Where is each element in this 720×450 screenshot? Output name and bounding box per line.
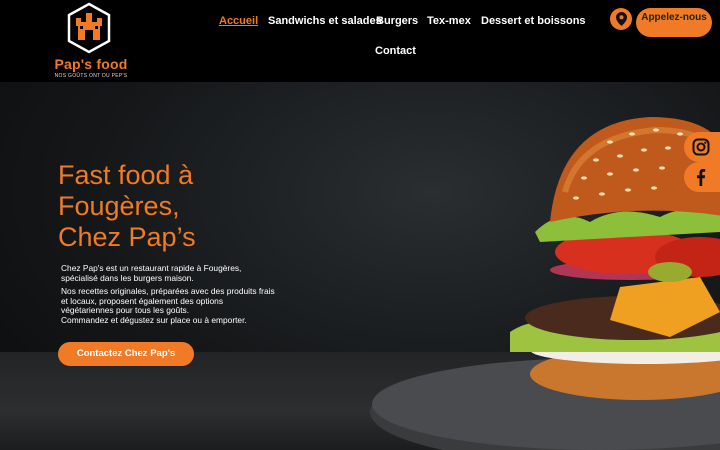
burger-image [370, 117, 720, 450]
logo-name: Pap's food [54, 56, 128, 72]
hero-title: Fast food à Fougères, Chez Pap’s [58, 160, 196, 253]
contact-cta-button[interactable]: Contactez Chez Pap's [58, 342, 194, 366]
facebook-icon [697, 169, 706, 186]
hero-title-line: Fougères, [58, 191, 180, 221]
hero-title-line: Fast food à [58, 160, 194, 190]
instagram-button[interactable] [684, 132, 720, 162]
nav-item-burgers[interactable]: Burgers [376, 15, 418, 27]
facebook-button[interactable] [684, 162, 720, 192]
instagram-icon [692, 138, 710, 156]
logo-tagline: NOS GOÛTS ONT DU PEP'S [54, 73, 128, 79]
call-button[interactable]: Appelez-nous [636, 8, 712, 37]
map-button[interactable] [610, 8, 632, 30]
nav-item-tex-mex[interactable]: Tex-mex [427, 15, 471, 27]
site-header: Pap's food NOS GOÛTS ONT DU PEP'S Accuei… [0, 0, 720, 82]
hero-title-line: Chez Pap’s [58, 222, 196, 252]
hero-paragraph: Commandez et dégustez sur place ou à emp… [61, 315, 247, 325]
map-pin-icon [615, 12, 627, 26]
castle-logo-icon [67, 2, 111, 54]
logo[interactable]: Pap's food NOS GOÛTS ONT DU PEP'S [50, 2, 132, 82]
nav-item-contact[interactable]: Contact [375, 45, 416, 57]
hero-paragraph: Chez Pap's est un restaurant rapide à Fo… [61, 263, 242, 283]
nav-item-accueil[interactable]: Accueil [219, 15, 258, 27]
nav-item-dessert[interactable]: Dessert et boissons [481, 15, 586, 27]
hero-paragraph: Nos recettes originales, préparées avec … [61, 286, 275, 315]
hero-section: Fast food à Fougères, Chez Pap’s Chez Pa… [0, 82, 720, 450]
nav-item-sandwichs[interactable]: Sandwichs et salades [268, 15, 382, 27]
